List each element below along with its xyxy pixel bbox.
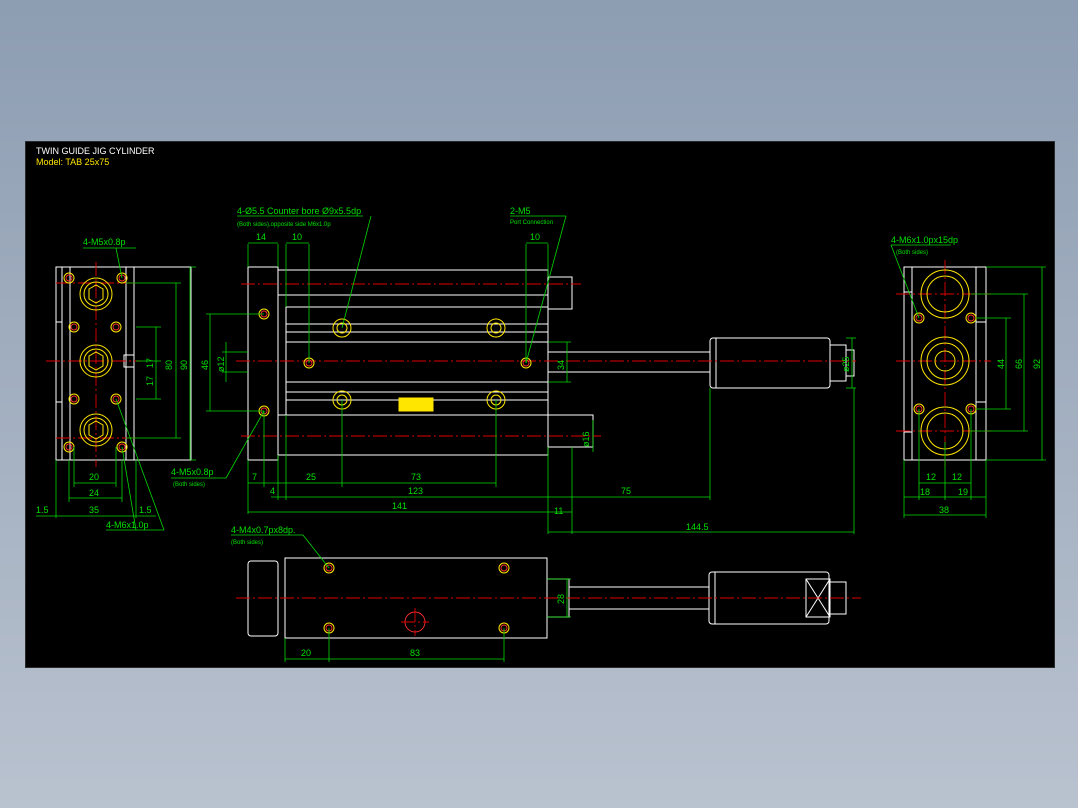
dim-main-123: 123 [408,486,423,496]
dim-main-25w: 25 [306,472,316,482]
dim-main-7: 7 [252,472,257,482]
dim-main-25: ø25 [841,356,851,372]
dim-left-1-5a: 1.5 [36,505,49,515]
dim-right-19: 19 [958,487,968,497]
dim-main-14: 14 [256,232,266,242]
callout-right-holes: 4-M6x1.0px15dp [891,235,958,245]
dim-left-17b: 17 [145,376,155,386]
dim-main-4: 4 [270,486,275,496]
dim-main-16: ø16 [581,431,591,447]
dim-right-18: 18 [920,487,930,497]
bottom-view [231,534,861,662]
callout-left-mid: 4-M5x0.8p [171,467,214,477]
dim-main-144-5: 144.5 [686,522,709,532]
dim-main-12: ø12 [216,356,226,372]
callout-left-mid-note: (Both sides) [173,482,205,488]
dim-main-34: 34 [556,360,566,370]
dim-main-75: 75 [621,486,631,496]
callout-port: 2-M5 [510,206,531,216]
dim-left-80: 80 [164,360,174,370]
dim-main-46: 46 [200,360,210,370]
callout-right-holes-note: (Both sides) [896,250,928,256]
callout-left-bottom: 4-M6x1.0p [106,520,149,530]
right-end-view [890,244,1046,518]
dim-left-90: 90 [179,360,189,370]
cad-drawing-canvas[interactable]: TWIN GUIDE JIG CYLINDER Model: TAB 25x75 [25,141,1055,668]
dim-left-24: 24 [89,488,99,498]
dim-right-92: 92 [1032,359,1042,369]
dim-main-11: 11 [554,506,563,516]
dim-main-73: 73 [411,472,421,482]
dim-main-141: 141 [392,501,407,511]
cad-drawing: TWIN GUIDE JIG CYLINDER Model: TAB 25x75 [36,146,1046,662]
dim-left-17a: 17 [145,358,155,368]
dim-right-38: 38 [939,505,949,515]
dim-right-12a: 12 [926,472,936,482]
callout-bottom-holes: 4-M4x0.7px8dp. [231,525,296,535]
dim-bottom-28: 28 [556,594,566,604]
dim-bottom-20: 20 [301,648,311,658]
callout-port-note: Port Connection [510,220,553,226]
dim-left-20: 20 [89,472,99,482]
title-line-1: TWIN GUIDE JIG CYLINDER [36,146,155,156]
dim-main-10a: 10 [292,232,302,242]
callout-main-holes: 4-Ø5.5 Counter bore Ø9x5.5dp [237,206,361,216]
dim-left-35: 35 [89,505,99,515]
dim-right-12b: 12 [952,472,962,482]
callout-bottom-holes-note: (Both sides) [231,540,263,546]
left-end-view [36,247,196,531]
callout-main-holes-note: (Both sides),opposite side M6x1.0p [237,222,331,228]
dim-main-10b: 10 [530,232,540,242]
dim-right-44: 44 [996,359,1006,369]
callout-left-top: 4-M5x0.8p [83,237,126,247]
dim-bottom-83: 83 [410,648,420,658]
dim-left-1-5b: 1.5 [139,505,152,515]
dim-right-66: 66 [1014,359,1024,369]
title-line-2: Model: TAB 25x75 [36,157,109,167]
